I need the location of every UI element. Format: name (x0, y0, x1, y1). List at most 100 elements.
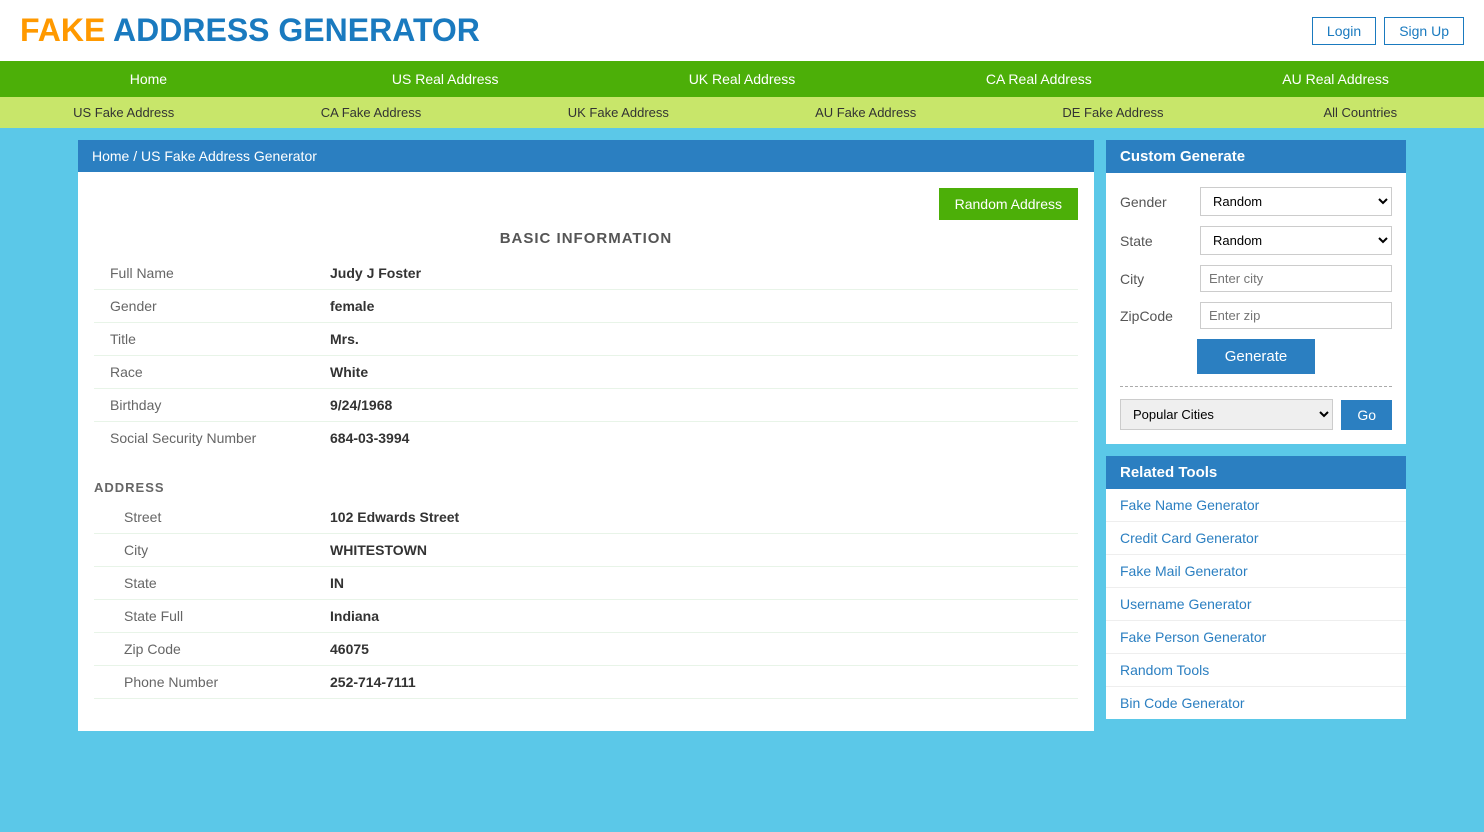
field-value: 46075 (314, 633, 1078, 666)
nav-home[interactable]: Home (0, 61, 297, 97)
field-label: Zip Code (94, 633, 314, 666)
site-logo: FAKE ADDRESS GENERATOR (20, 12, 480, 49)
basic-info-table: Full Name Judy J Foster Gender female Ti… (94, 257, 1078, 454)
breadcrumb-separator: / (133, 148, 137, 164)
related-tools-card: Related Tools Fake Name Generator Credit… (1106, 456, 1406, 719)
state-control: Random Alabama Alaska Indiana (1200, 226, 1392, 255)
gender-row: Gender Random Male Female (1120, 187, 1392, 216)
state-row: State Random Alabama Alaska Indiana (1120, 226, 1392, 255)
table-row: Gender female (94, 290, 1078, 323)
zipcode-row: ZipCode (1120, 302, 1392, 329)
popular-cities-row: Popular Cities New York Los Angeles Go (1120, 399, 1392, 430)
related-tool-fake-mail[interactable]: Fake Mail Generator (1106, 555, 1406, 587)
nav-all-countries[interactable]: All Countries (1237, 97, 1484, 128)
city-control (1200, 265, 1392, 292)
related-tool-bin-code[interactable]: Bin Code Generator (1106, 687, 1406, 719)
nav-de-fake[interactable]: DE Fake Address (989, 97, 1236, 128)
main-container: Home / US Fake Address Generator Random … (62, 128, 1422, 743)
sidebar-divider (1120, 386, 1392, 387)
related-tool-fake-person[interactable]: Fake Person Generator (1106, 621, 1406, 653)
primary-nav: Home US Real Address UK Real Address CA … (0, 61, 1484, 97)
field-value: IN (314, 567, 1078, 600)
address-section: ADDRESS Street 102 Edwards Street City W… (94, 474, 1078, 699)
list-item: Bin Code Generator (1106, 687, 1406, 719)
nav-au-real[interactable]: AU Real Address (1187, 61, 1484, 97)
random-address-wrapper: Random Address (94, 188, 1078, 230)
go-button[interactable]: Go (1341, 400, 1392, 430)
table-row: Zip Code 46075 (94, 633, 1078, 666)
address-table: Street 102 Edwards Street City WHITESTOW… (94, 501, 1078, 699)
custom-generate-body: Gender Random Male Female State Ra (1106, 173, 1406, 444)
custom-generate-card: Custom Generate Gender Random Male Femal… (1106, 140, 1406, 444)
nav-us-real[interactable]: US Real Address (297, 61, 594, 97)
table-row: Race White (94, 356, 1078, 389)
field-value: Mrs. (314, 323, 1078, 356)
field-value: 102 Edwards Street (314, 501, 1078, 534)
field-label: Full Name (94, 257, 314, 290)
login-button[interactable]: Login (1312, 17, 1376, 45)
field-value: White (314, 356, 1078, 389)
table-row: Full Name Judy J Foster (94, 257, 1078, 290)
logo-rest: ADDRESS GENERATOR (105, 12, 480, 48)
nav-us-fake[interactable]: US Fake Address (0, 97, 247, 128)
zipcode-input[interactable] (1200, 302, 1392, 329)
nav-uk-real[interactable]: UK Real Address (594, 61, 891, 97)
signup-button[interactable]: Sign Up (1384, 17, 1464, 45)
related-tool-username[interactable]: Username Generator (1106, 588, 1406, 620)
related-tool-credit-card[interactable]: Credit Card Generator (1106, 522, 1406, 554)
list-item: Credit Card Generator (1106, 522, 1406, 555)
field-value: 252-714-7111 (314, 666, 1078, 699)
field-label: Title (94, 323, 314, 356)
table-row: Title Mrs. (94, 323, 1078, 356)
table-row: Social Security Number 684-03-3994 (94, 422, 1078, 455)
random-address-button[interactable]: Random Address (939, 188, 1078, 220)
list-item: Username Generator (1106, 588, 1406, 621)
address-section-title: ADDRESS (94, 474, 1078, 501)
field-label: Race (94, 356, 314, 389)
table-row: City WHITESTOWN (94, 534, 1078, 567)
secondary-nav: US Fake Address CA Fake Address UK Fake … (0, 97, 1484, 128)
breadcrumb-current: US Fake Address Generator (141, 148, 317, 164)
list-item: Fake Person Generator (1106, 621, 1406, 654)
nav-au-fake[interactable]: AU Fake Address (742, 97, 989, 128)
custom-generate-title: Custom Generate (1106, 140, 1406, 173)
zipcode-label: ZipCode (1120, 308, 1200, 324)
field-label: Phone Number (94, 666, 314, 699)
nav-ca-fake[interactable]: CA Fake Address (247, 97, 494, 128)
field-value: WHITESTOWN (314, 534, 1078, 567)
content-panel: Home / US Fake Address Generator Random … (78, 140, 1094, 731)
zipcode-control (1200, 302, 1392, 329)
field-value: Indiana (314, 600, 1078, 633)
state-label: State (1120, 233, 1200, 249)
breadcrumb-home[interactable]: Home (92, 148, 129, 164)
list-item: Fake Name Generator (1106, 489, 1406, 522)
nav-ca-real[interactable]: CA Real Address (890, 61, 1187, 97)
state-select[interactable]: Random Alabama Alaska Indiana (1200, 226, 1392, 255)
list-item: Fake Mail Generator (1106, 555, 1406, 588)
popular-cities-select[interactable]: Popular Cities New York Los Angeles (1120, 399, 1333, 430)
nav-uk-fake[interactable]: UK Fake Address (495, 97, 742, 128)
table-row: Phone Number 252-714-7111 (94, 666, 1078, 699)
related-tool-random-tools[interactable]: Random Tools (1106, 654, 1406, 686)
related-tool-fake-name[interactable]: Fake Name Generator (1106, 489, 1406, 521)
field-value: 684-03-3994 (314, 422, 1078, 455)
city-input[interactable] (1200, 265, 1392, 292)
field-label: Street (94, 501, 314, 534)
table-row: State IN (94, 567, 1078, 600)
field-label: State (94, 567, 314, 600)
related-tools-list: Fake Name Generator Credit Card Generato… (1106, 489, 1406, 719)
city-row: City (1120, 265, 1392, 292)
header-buttons: Login Sign Up (1312, 17, 1464, 45)
generate-button[interactable]: Generate (1197, 339, 1316, 374)
content-body: Random Address BASIC INFORMATION Full Na… (78, 172, 1094, 715)
list-item: Random Tools (1106, 654, 1406, 687)
gender-select[interactable]: Random Male Female (1200, 187, 1392, 216)
gender-label: Gender (1120, 194, 1200, 210)
sidebar: Custom Generate Gender Random Male Femal… (1106, 140, 1406, 731)
gender-control: Random Male Female (1200, 187, 1392, 216)
field-label: Social Security Number (94, 422, 314, 455)
field-label: City (94, 534, 314, 567)
field-value: female (314, 290, 1078, 323)
related-tools-title: Related Tools (1106, 456, 1406, 489)
table-row: Street 102 Edwards Street (94, 501, 1078, 534)
